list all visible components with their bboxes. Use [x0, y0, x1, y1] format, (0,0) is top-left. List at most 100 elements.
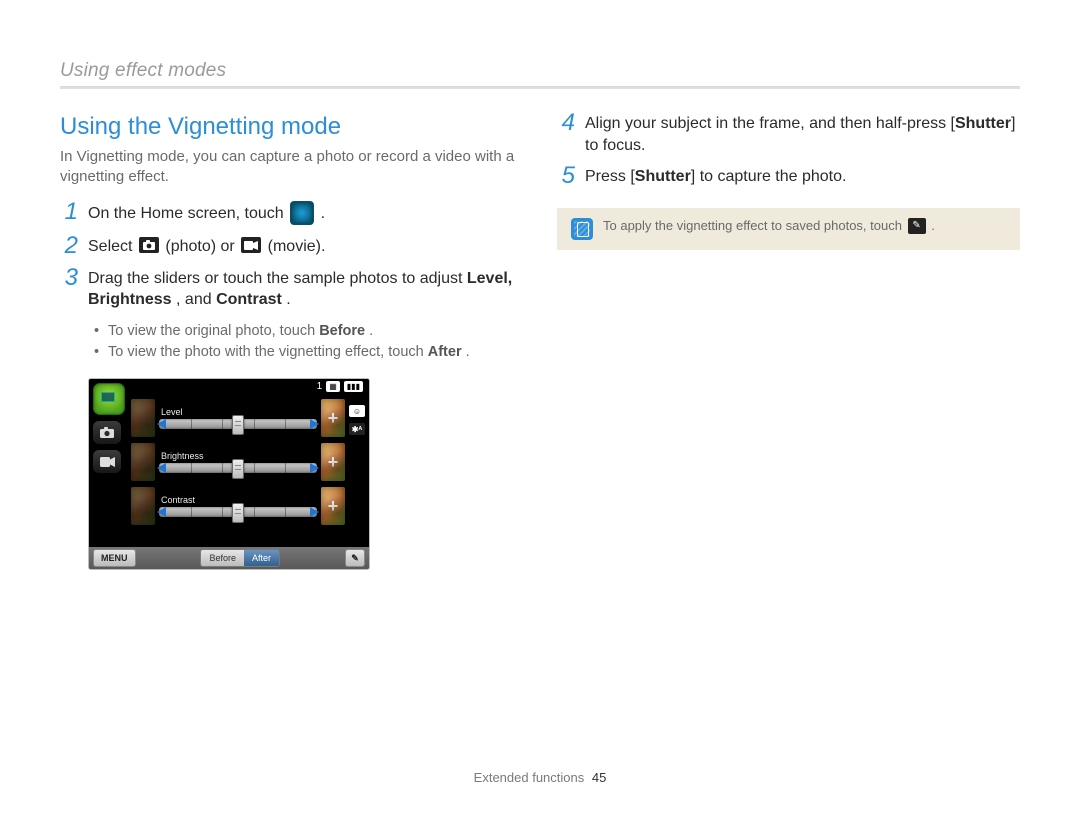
arrow-left-icon — [157, 463, 166, 473]
slider-row-brightness: Brightness + — [131, 443, 345, 481]
steps-right: 4 Align your subject in the frame, and t… — [557, 113, 1020, 188]
slider-row-level: Level + — [131, 399, 345, 437]
slider-contrast: Contrast — [159, 487, 317, 525]
lcd-left-tools — [93, 383, 127, 473]
step-text: Press [ — [585, 168, 635, 185]
edit-image-button[interactable]: ✎ — [345, 549, 365, 567]
left-column: Using the Vignetting mode In Vignetting … — [60, 113, 523, 570]
step-body: Press [Shutter] to capture the photo. — [585, 166, 846, 188]
step-text: On the Home screen, touch — [88, 205, 288, 222]
before-after-toggle: Before After — [200, 549, 280, 567]
intro-text: In Vignetting mode, you can capture a ph… — [60, 147, 523, 188]
footer-label: Extended functions — [474, 770, 585, 785]
step-text: . — [286, 291, 290, 308]
sub-bullet: To view the original photo, touch Before… — [94, 321, 523, 343]
manual-page: Using effect modes Using the Vignetting … — [0, 0, 1080, 815]
header-rule — [60, 86, 1020, 89]
sample-thumb-high[interactable]: + — [321, 443, 345, 481]
slider-level: Level — [159, 399, 317, 437]
bullet-bold: After — [428, 344, 462, 360]
step-body: Select (photo) or (movie). — [88, 236, 325, 258]
content-columns: Using the Vignetting mode In Vignetting … — [60, 113, 1020, 570]
lcd-status-bar: 1 ▦ ▮▮▮ — [317, 381, 363, 392]
tip-span: To apply the vignetting effect to saved … — [603, 218, 906, 233]
tip-box: To apply the vignetting effect to saved … — [557, 208, 1020, 250]
arrow-left-icon — [157, 419, 166, 429]
movie-icon — [241, 237, 261, 253]
arrow-right-icon — [310, 463, 319, 473]
bullet-text: To view the original photo, touch — [108, 323, 319, 339]
step-text-bold: Shutter — [955, 115, 1011, 132]
face-detect-icon: ☺ — [349, 405, 365, 417]
slider-brightness: Brightness — [159, 443, 317, 481]
slider-handle[interactable] — [232, 459, 244, 479]
step-number: 1 — [60, 200, 78, 224]
tip-span: . — [931, 218, 935, 233]
step-5: 5 Press [Shutter] to capture the photo. — [557, 166, 1020, 188]
slider-track[interactable] — [159, 419, 317, 429]
edit-image-icon: ✎ — [908, 218, 926, 234]
arrow-right-icon — [310, 507, 319, 517]
flash-auto-icon: ✱ᴬ — [349, 423, 365, 435]
header: Using effect modes — [60, 60, 1020, 95]
tip-text: To apply the vignetting effect to saved … — [603, 218, 935, 235]
sample-thumb-high[interactable]: + — [321, 487, 345, 525]
vignette-mode-icon — [290, 201, 314, 225]
bullet-text: . — [369, 323, 373, 339]
step-number: 4 — [557, 111, 575, 135]
menu-button[interactable]: MENU — [93, 549, 136, 567]
sub-bullets: To view the original photo, touch Before… — [94, 321, 523, 365]
sample-thumb-high[interactable]: + — [321, 399, 345, 437]
mode-badge-icon[interactable] — [93, 383, 125, 415]
step-text: Select — [88, 238, 137, 255]
section-header: Using effect modes — [60, 60, 1020, 82]
bullet-text: . — [466, 344, 470, 360]
lcd-bottom-bar: MENU Before After ✎ — [89, 547, 369, 569]
sample-thumb-low[interactable] — [131, 399, 155, 437]
page-title: Using the Vignetting mode — [60, 113, 523, 141]
slider-track[interactable] — [159, 463, 317, 473]
battery-icon: ▮▮▮ — [344, 381, 363, 392]
step-text: Drag the sliders or touch the sample pho… — [88, 270, 467, 287]
step-body: Drag the sliders or touch the sample pho… — [88, 268, 523, 311]
memory-icon: ▦ — [326, 381, 340, 392]
photo-icon — [139, 237, 159, 253]
slider-stack: Level + — [131, 399, 345, 525]
before-button[interactable]: Before — [201, 550, 244, 566]
slider-handle[interactable] — [232, 415, 244, 435]
step-3: 3 Drag the sliders or touch the sample p… — [60, 268, 523, 311]
step-text: , and — [176, 291, 216, 308]
photo-mode-button[interactable] — [93, 421, 121, 444]
step-text-bold: Contrast — [216, 291, 282, 308]
sample-thumb-low[interactable] — [131, 487, 155, 525]
step-body: Align your subject in the frame, and the… — [585, 113, 1020, 156]
movie-mode-button[interactable] — [93, 450, 121, 473]
step-number: 3 — [60, 266, 78, 290]
slider-handle[interactable] — [232, 503, 244, 523]
page-number: 45 — [592, 770, 606, 785]
step-text: (photo) or — [165, 238, 239, 255]
step-2: 2 Select (photo) or (movie). — [60, 236, 523, 258]
note-icon — [571, 218, 593, 240]
camera-lcd: 1 ▦ ▮▮▮ ☺ ✱ᴬ — [89, 379, 369, 547]
steps-left: 1 On the Home screen, touch . 2 Select (… — [60, 202, 523, 311]
slider-track[interactable] — [159, 507, 317, 517]
step-body: On the Home screen, touch . — [88, 202, 325, 226]
step-text: ] to capture the photo. — [691, 168, 847, 185]
step-number: 5 — [557, 164, 575, 188]
step-4: 4 Align your subject in the frame, and t… — [557, 113, 1020, 156]
arrow-right-icon — [310, 419, 319, 429]
after-button[interactable]: After — [244, 550, 279, 566]
sub-bullet: To view the photo with the vignetting ef… — [94, 342, 523, 364]
step-text: Align your subject in the frame, and the… — [585, 115, 955, 132]
bullet-text: To view the photo with the vignetting ef… — [108, 344, 428, 360]
arrow-left-icon — [157, 507, 166, 517]
step-text-bold: Shutter — [635, 168, 691, 185]
step-text: (movie). — [268, 238, 326, 255]
step-text: . — [321, 205, 325, 222]
step-1: 1 On the Home screen, touch . — [60, 202, 523, 226]
step-number: 2 — [60, 234, 78, 258]
sample-thumb-low[interactable] — [131, 443, 155, 481]
camera-screenshot: 1 ▦ ▮▮▮ ☺ ✱ᴬ — [88, 378, 370, 570]
page-footer: Extended functions 45 — [0, 770, 1080, 785]
